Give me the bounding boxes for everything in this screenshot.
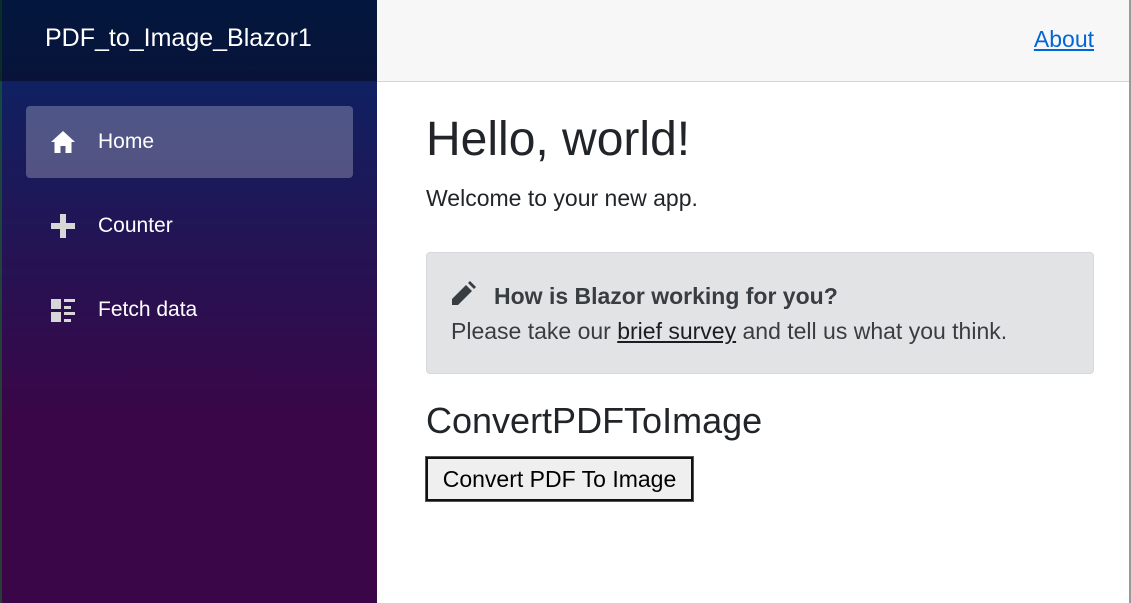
- nav-item-label: Fetch data: [98, 298, 198, 321]
- survey-text-after: and tell us what you think.: [736, 318, 1008, 344]
- brief-survey-link[interactable]: brief survey: [617, 318, 736, 344]
- survey-text-before: Please take our: [451, 318, 618, 344]
- convert-pdf-button[interactable]: Convert PDF To Image: [425, 456, 694, 502]
- pencil-icon: [452, 281, 476, 305]
- nav-item-label: Home: [98, 130, 155, 153]
- plus-icon: [51, 214, 75, 238]
- nav-item-counter[interactable]: Counter: [26, 190, 353, 262]
- list-rich-icon: [51, 299, 75, 322]
- nav-item-label: Counter: [98, 214, 173, 237]
- home-icon: [51, 131, 75, 153]
- brand-bar: PDF_to_Image_Blazor1: [0, 0, 377, 81]
- nav-item-home[interactable]: Home: [26, 106, 353, 178]
- section-title: ConvertPDFToImage: [426, 400, 763, 441]
- sidebar: PDF_to_Image_Blazor1 Home Counter Fetch …: [0, 0, 377, 603]
- welcome-text: Welcome to your new app.: [426, 185, 698, 211]
- page-title: Hello, world!: [426, 113, 691, 166]
- survey-heading: How is Blazor working for you?: [494, 283, 838, 309]
- survey-text: Please take our brief survey and tell us…: [451, 318, 1007, 345]
- top-row: About: [377, 0, 1131, 82]
- app-brand[interactable]: PDF_to_Image_Blazor1: [45, 24, 312, 53]
- about-link[interactable]: About: [1034, 26, 1094, 53]
- window-edge: [0, 0, 2, 603]
- survey-prompt: How is Blazor working for you? Please ta…: [426, 252, 1094, 374]
- nav-item-fetch-data[interactable]: Fetch data: [26, 274, 353, 346]
